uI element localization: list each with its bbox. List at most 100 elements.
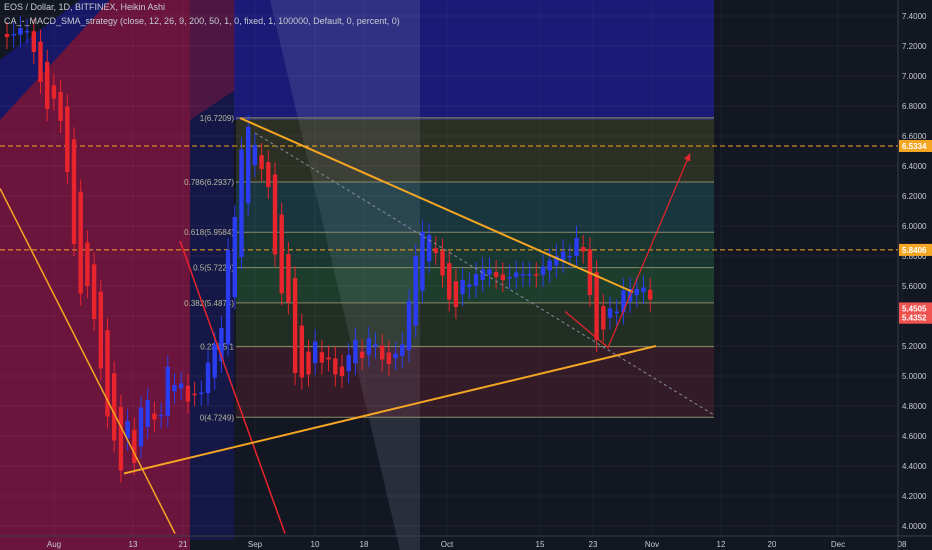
candle-body [158,415,164,417]
candle-body [373,344,378,347]
candle-body [192,393,197,396]
candle-body [386,352,392,364]
candle-body [239,149,244,258]
candle-body [440,250,445,276]
candle-body [413,256,418,326]
candle-body [31,31,36,52]
y-tick-label: 4.0000 [902,522,927,531]
y-tick-label: 7.0000 [902,72,927,81]
candle-body [621,290,626,313]
candle-body [252,145,258,166]
candle-body [534,274,539,276]
candle-body [487,269,492,275]
candle-body [165,367,170,416]
x-tick-label: Oct [441,540,454,549]
fib-level-label: 0.618(5.9584) [184,228,234,237]
candle-body [547,260,552,271]
fib-level-label: 0(4.7249) [200,413,235,422]
candle-body [58,91,63,121]
candle-body [272,174,278,255]
candle-body [520,274,526,276]
candle-body [179,383,184,389]
fib-zone [236,302,714,347]
candle-body [493,272,499,277]
x-tick-label: Aug [47,540,61,549]
x-tick-label: 23 [589,540,598,549]
candle-body [172,385,177,392]
candle-body [132,429,137,463]
fib-zone [236,181,714,233]
chart-canvas[interactable]: 4.0000 4.2000 4.4000 4.6000 4.8000 5.0000 5.20… [0,0,932,550]
candle-body [205,362,211,394]
candle-body [527,274,532,276]
x-tick-label: 21 [179,540,188,549]
candle-body [420,232,425,291]
y-tick-label: 6.4000 [902,162,927,171]
candle-body [185,385,191,402]
candle-body [145,400,150,427]
candle-body [246,127,251,204]
price-tag-label: 5.4352 [902,314,927,323]
candle-body [333,358,338,375]
candle-body [406,301,412,351]
candle-body [366,338,371,355]
candle-body [71,139,77,244]
candle-body [380,345,385,360]
candle-body [574,238,579,257]
y-tick-label: 4.2000 [902,492,927,501]
candle-body [426,235,432,262]
chart: 4.0000 4.2000 4.4000 4.6000 4.8000 5.0000 5.20… [0,0,932,550]
candle-body [614,311,619,314]
candle-body [359,351,365,358]
candle-body [648,289,653,300]
candle-body [18,28,23,35]
x-tick-label: 10 [311,540,320,549]
candle-body [225,250,231,345]
candle-body [45,61,50,109]
candle-body [4,34,10,37]
fib-level-label: 0.786(6.2937) [184,178,234,187]
candle-body [65,106,70,172]
candle-body [259,155,264,169]
y-tick-label: 7.2000 [902,42,927,51]
strategy-label: CA_-_MACD_SMA_strategy (close, 12, 26, 9… [4,16,400,26]
y-tick-label: 5.2000 [902,342,927,351]
candle-body [400,344,405,356]
y-tick-label: 4.6000 [902,432,927,441]
candle-body [601,306,606,330]
y-tick-label: 4.4000 [902,462,927,471]
candle-body [393,353,398,359]
candle-body [433,248,438,253]
candle-body [118,406,124,471]
x-tick-label: 15 [536,540,545,549]
candle-body [24,31,30,33]
price-tag-label: 5.8406 [902,246,927,255]
x-tick-label: 12 [717,540,726,549]
candle-body [212,344,217,378]
candle-body [594,272,599,340]
candle-body [339,366,345,376]
candle-body [279,214,284,294]
candle-body [467,284,472,288]
x-tick-label: Nov [645,540,659,549]
candle-body [319,352,325,363]
x-tick-label: Dec [831,540,845,549]
fib-level-label: 1(6.7209) [200,114,235,123]
candle-body [292,278,298,373]
candle-body [581,247,586,252]
candle-body [607,308,613,318]
y-tick-label: 4.8000 [902,402,927,411]
candle-body [567,256,572,258]
candle-body [500,274,505,280]
y-tick-label: 6.6000 [902,132,927,141]
candle-body [313,341,318,364]
candle-body [353,340,358,364]
candle-body [346,355,351,372]
candle-body [634,289,639,296]
candle-body [232,217,237,298]
x-tick-label: 08 [898,540,907,549]
candle-body [306,351,311,375]
candle-body [326,357,331,360]
candle-body [38,41,43,82]
candle-body [266,162,271,187]
